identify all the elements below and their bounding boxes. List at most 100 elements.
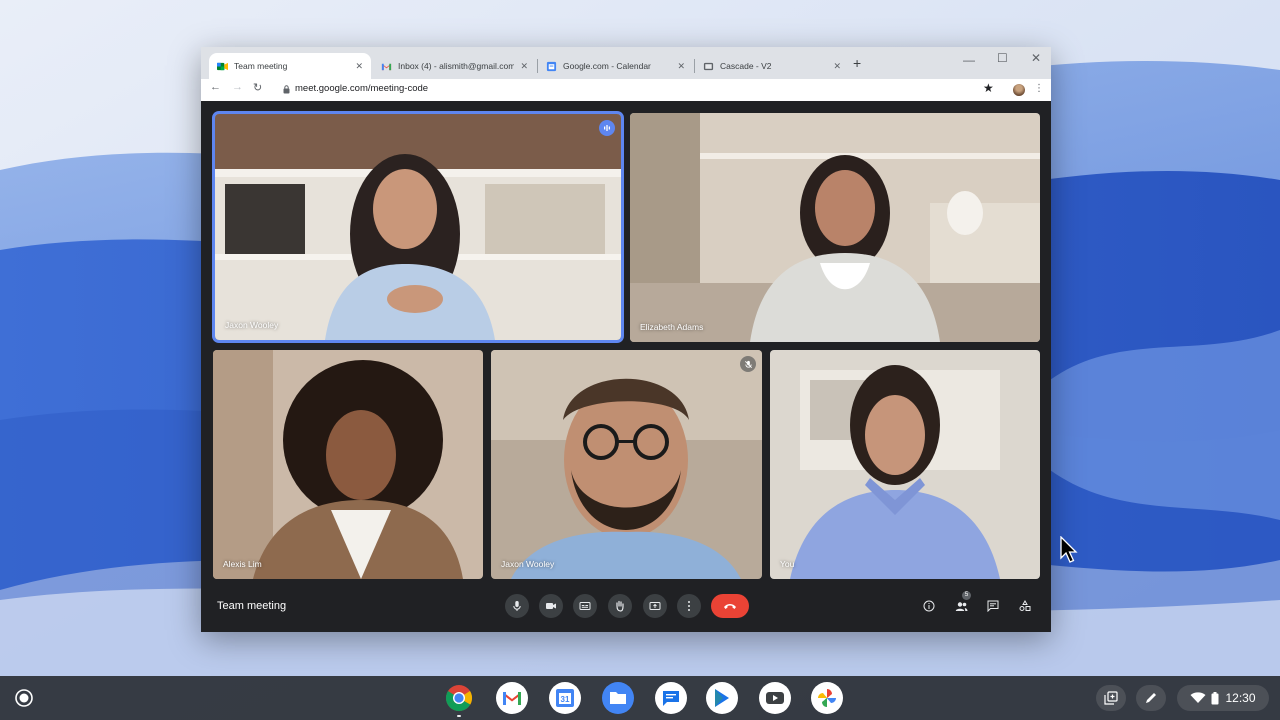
- gmail-icon: [503, 692, 521, 705]
- calendar-icon: [546, 61, 557, 71]
- files-icon: [610, 692, 626, 704]
- maximize-button[interactable]: ☐: [997, 51, 1008, 65]
- meet-icon: [217, 62, 228, 70]
- participant-name: Jaxon Wooley: [225, 320, 279, 330]
- tab-label: Cascade - V2: [720, 61, 772, 71]
- more-options-button[interactable]: [677, 594, 701, 618]
- holding-space-button[interactable]: [1096, 685, 1126, 711]
- meeting-info-button[interactable]: [919, 596, 939, 616]
- play-store-icon: [715, 689, 729, 707]
- chat-icon: [987, 600, 999, 612]
- slides-icon: [703, 62, 714, 70]
- participant-video: [630, 113, 1040, 342]
- microphone-button[interactable]: [505, 594, 529, 618]
- microphone-icon: [513, 601, 521, 611]
- browser-toolbar: ← → ↻ meet.google.com/meeting-code ★ ⋮: [201, 79, 1051, 101]
- shelf-app-play-store[interactable]: [706, 682, 738, 714]
- chrome-icon: [445, 685, 473, 712]
- hang-up-button[interactable]: [711, 594, 749, 618]
- tab-close-icon[interactable]: ✕: [520, 61, 528, 72]
- tab-label: Google.com - Calendar: [563, 61, 651, 71]
- present-button[interactable]: [643, 594, 667, 618]
- participants-count-badge: 5: [962, 591, 971, 600]
- participant-tile[interactable]: You: [770, 350, 1040, 579]
- participant-name: You: [780, 559, 795, 569]
- tab-team-meeting[interactable]: Team meeting ✕: [209, 53, 371, 79]
- participant-tile[interactable]: Jaxon Wooley: [491, 350, 762, 579]
- stylus-icon: [1146, 693, 1156, 703]
- gmail-icon: [381, 63, 392, 70]
- hang-up-icon: [724, 604, 736, 609]
- profile-avatar[interactable]: [1013, 84, 1025, 96]
- participant-name: Jaxon Wooley: [501, 559, 555, 569]
- stylus-tools-button[interactable]: [1136, 685, 1166, 711]
- shelf-app-youtube[interactable]: [759, 682, 791, 714]
- minimize-button[interactable]: —: [963, 53, 975, 67]
- tab-label: Team meeting: [234, 61, 288, 71]
- captions-button[interactable]: [573, 594, 597, 618]
- clock: 12:30: [1225, 691, 1256, 705]
- present-icon: [649, 602, 661, 610]
- participant-tile[interactable]: Alexis Lim: [213, 350, 483, 579]
- muted-mic-icon: [740, 356, 756, 372]
- participant-video: [215, 114, 621, 340]
- shelf-app-photos[interactable]: [811, 682, 843, 714]
- svg-text:31: 31: [561, 695, 570, 704]
- shelf: 31 12:30: [0, 676, 1280, 720]
- participant-tile[interactable]: Elizabeth Adams: [630, 113, 1040, 342]
- tab-close-icon[interactable]: ✕: [355, 61, 363, 72]
- mouse-cursor-icon: [1060, 536, 1078, 563]
- youtube-icon: [766, 692, 784, 704]
- participant-video: [213, 350, 483, 579]
- photos-icon: [818, 689, 836, 707]
- participant-tile[interactable]: Jaxon Wooley: [215, 114, 621, 340]
- tab-close-icon[interactable]: ✕: [833, 61, 841, 72]
- info-icon: [923, 600, 935, 612]
- status-area[interactable]: 12:30: [1177, 685, 1269, 711]
- calendar-icon: 31: [556, 689, 574, 707]
- chat-button[interactable]: [983, 596, 1003, 616]
- lock-icon: [283, 85, 290, 94]
- tab-inbox[interactable]: Inbox (4) - alismith@gmail.com ✕: [373, 53, 536, 79]
- window-close-button[interactable]: ✕: [1031, 51, 1041, 65]
- forward-button[interactable]: →: [232, 81, 243, 93]
- participant-name: Alexis Lim: [223, 559, 262, 569]
- holding-space-icon: [1104, 691, 1118, 705]
- browser-window: Team meeting ✕ Inbox (4) - alismith@gmai…: [201, 47, 1051, 632]
- new-tab-button[interactable]: +: [853, 55, 861, 71]
- battery-icon: [1211, 691, 1219, 704]
- running-indicator: [457, 715, 461, 717]
- shelf-app-chrome[interactable]: [443, 682, 475, 714]
- more-options-icon: [688, 601, 690, 611]
- shelf-app-calendar[interactable]: 31: [549, 682, 581, 714]
- speaking-indicator-icon: [599, 120, 615, 136]
- shelf-app-files[interactable]: [602, 682, 634, 714]
- wifi-icon: [1190, 692, 1206, 703]
- back-button[interactable]: ←: [210, 81, 221, 93]
- tab-close-icon[interactable]: ✕: [677, 61, 685, 72]
- participant-name: Elizabeth Adams: [640, 322, 704, 332]
- bookmark-star-icon[interactable]: ★: [983, 81, 994, 95]
- people-icon: [955, 601, 967, 611]
- meeting-title: Team meeting: [217, 600, 287, 612]
- tab-calendar[interactable]: Google.com - Calendar ✕: [538, 53, 693, 79]
- shelf-app-messages[interactable]: [655, 682, 687, 714]
- captions-icon: [579, 602, 591, 610]
- launcher-icon[interactable]: [14, 688, 34, 708]
- shelf-app-gmail[interactable]: [496, 682, 528, 714]
- browser-menu-button[interactable]: ⋮: [1034, 83, 1044, 94]
- reload-button[interactable]: ↻: [253, 81, 262, 94]
- participant-video: [770, 350, 1040, 579]
- activities-icon: [1019, 600, 1031, 611]
- tab-label: Inbox (4) - alismith@gmail.com: [398, 61, 515, 71]
- tab-strip: Team meeting ✕ Inbox (4) - alismith@gmai…: [201, 47, 1051, 79]
- camera-button[interactable]: [539, 594, 563, 618]
- raise-hand-icon: [616, 600, 624, 612]
- participant-video: [491, 350, 762, 579]
- address-bar[interactable]: meet.google.com/meeting-code: [295, 83, 428, 94]
- activities-button[interactable]: [1015, 596, 1035, 616]
- tab-cascade[interactable]: Cascade - V2 ✕: [695, 53, 849, 79]
- messages-icon: [663, 691, 679, 706]
- camera-icon: [546, 603, 556, 609]
- raise-hand-button[interactable]: [608, 594, 632, 618]
